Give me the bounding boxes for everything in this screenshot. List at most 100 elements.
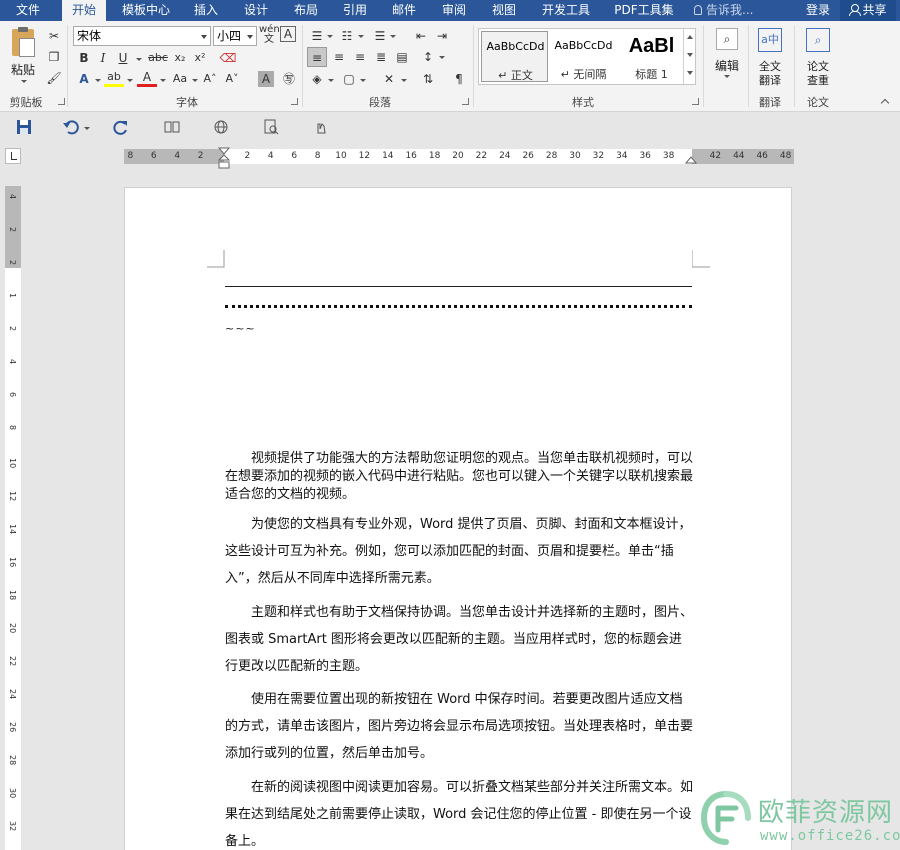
distributed-icon[interactable]: ▤ xyxy=(392,47,412,67)
underline-icon[interactable]: U xyxy=(113,48,133,68)
chevron-down-icon[interactable] xyxy=(360,79,366,82)
tab-design[interactable]: 设计 xyxy=(236,0,276,21)
share-button[interactable]: 共享 xyxy=(840,0,896,21)
print-preview-icon[interactable] xyxy=(262,118,280,136)
font-size-combo[interactable]: 小四 xyxy=(213,26,257,46)
borders-icon[interactable]: ▢ xyxy=(339,69,359,89)
clipboard-launcher-icon[interactable] xyxy=(58,98,65,105)
chevron-down-icon[interactable] xyxy=(160,79,166,82)
font-launcher-icon[interactable] xyxy=(291,98,298,105)
horizontal-ruler[interactable]: 8 6 4 2 2 4 6 8 10 12 14 16 18 20 22 24 26 28 30 32 34 36 38 42… xyxy=(124,147,794,169)
undo-icon[interactable] xyxy=(62,118,80,136)
chevron-down-icon[interactable] xyxy=(439,56,445,59)
read-mode-icon[interactable] xyxy=(163,118,181,136)
document-page[interactable]: ~~~ 视频提供了功能强大的方法帮助您证明您的观点。当您单击联机视频时，可以在想… xyxy=(124,187,792,850)
tab-developer[interactable]: 开发工具 xyxy=(536,0,596,21)
tab-home[interactable]: 开始 xyxy=(62,0,106,21)
tab-mailings[interactable]: 邮件 xyxy=(384,0,424,21)
sort-icon[interactable]: ⇅ xyxy=(418,69,438,89)
character-border-icon[interactable]: A xyxy=(280,26,296,42)
numbering-icon[interactable]: ☷ xyxy=(337,26,357,46)
format-painter-icon[interactable]: 🖌 xyxy=(44,68,64,88)
chevron-down-icon[interactable] xyxy=(401,79,407,82)
redo-icon[interactable] xyxy=(112,118,130,136)
right-indent-marker-icon[interactable] xyxy=(684,155,698,165)
tab-view[interactable]: 视图 xyxy=(484,0,524,21)
copy-icon[interactable]: ❐ xyxy=(44,47,64,67)
subscript-icon[interactable]: x₂ xyxy=(170,48,190,68)
more-icon[interactable] xyxy=(687,71,693,75)
save-icon[interactable] xyxy=(15,118,33,136)
style-no-spacing[interactable]: AaBbCcDd ↵ 无间隔 xyxy=(550,31,617,82)
superscript-icon[interactable]: x² xyxy=(190,48,210,68)
styles-gallery[interactable]: AaBbCcDd ↵ 正文 AaBbCcDd ↵ 无间隔 AaBl 标题 1 xyxy=(478,28,696,85)
italic-icon[interactable]: I xyxy=(93,48,113,68)
chevron-down-icon[interactable] xyxy=(192,79,198,82)
touch-mode-icon[interactable] xyxy=(312,118,330,136)
chevron-down-icon[interactable] xyxy=(687,53,693,57)
phonetic-guide-icon[interactable]: wén 文 xyxy=(259,25,280,45)
chevron-up-icon[interactable] xyxy=(687,35,693,39)
bullets-icon[interactable]: ☰ xyxy=(307,26,327,46)
tab-review[interactable]: 审阅 xyxy=(434,0,474,21)
chevron-down-icon[interactable] xyxy=(84,127,90,130)
font-name-combo[interactable]: 宋体 xyxy=(73,26,211,46)
bold-icon[interactable]: B xyxy=(74,48,94,68)
justify-icon[interactable]: ≣ xyxy=(371,47,391,67)
full-text-translate-button[interactable]: a中 全文 翻译 xyxy=(752,25,788,89)
chevron-down-icon[interactable] xyxy=(327,35,333,38)
gallery-scroll[interactable] xyxy=(683,29,695,84)
asian-layout-icon[interactable]: ✕ xyxy=(379,69,399,89)
chevron-down-icon[interactable] xyxy=(127,79,133,82)
font-color-icon[interactable]: A xyxy=(137,69,157,87)
align-center-icon[interactable]: ≡ xyxy=(329,47,349,67)
character-shading-icon[interactable]: A xyxy=(258,71,274,87)
style-normal[interactable]: AaBbCcDd ↵ 正文 xyxy=(481,31,548,82)
enclose-characters-icon[interactable]: ㊢ xyxy=(279,69,299,89)
decrease-indent-icon[interactable]: ⇤ xyxy=(411,26,431,46)
align-left-icon[interactable]: ≡ xyxy=(307,47,327,67)
web-layout-icon[interactable] xyxy=(212,118,230,136)
editing-button[interactable]: ⌕ 编辑 xyxy=(708,25,746,89)
paragraph-5[interactable]: 在新的阅读视图中阅读更加容易。可以折叠文档某些部分并关注所需文本。如果在达到结尾… xyxy=(225,774,693,850)
chevron-down-icon[interactable] xyxy=(358,35,364,38)
highlight-icon[interactable]: ab xyxy=(104,69,124,87)
style-heading-1[interactable]: AaBl 标题 1 xyxy=(618,31,685,82)
paragraph-2[interactable]: 为使您的文档具有专业外观，Word 提供了页眉、页脚、封面和文本框设计，这些设计… xyxy=(225,511,693,592)
tell-me-box[interactable]: 告诉我... xyxy=(694,0,753,21)
strikethrough-icon[interactable]: abc xyxy=(147,48,169,68)
show-marks-icon[interactable]: ¶ xyxy=(449,69,469,89)
line-spacing-icon[interactable]: ↕ xyxy=(418,47,438,67)
text-effects-icon[interactable]: A xyxy=(74,69,94,89)
collapse-ribbon-icon[interactable] xyxy=(880,97,890,108)
login-link[interactable]: 登录 xyxy=(806,0,830,21)
chevron-down-icon[interactable] xyxy=(136,58,142,61)
styles-launcher-icon[interactable] xyxy=(692,98,699,105)
tab-references[interactable]: 引用 xyxy=(335,0,375,21)
cut-icon[interactable]: ✂ xyxy=(44,26,64,46)
tab-selector[interactable] xyxy=(5,148,21,164)
increase-indent-icon[interactable]: ⇥ xyxy=(432,26,452,46)
align-right-icon[interactable]: ≡ xyxy=(350,47,370,67)
paper-check-button[interactable]: ⌕ 论文 查重 xyxy=(800,25,836,89)
paragraph-launcher-icon[interactable] xyxy=(462,98,469,105)
paragraph-3[interactable]: 主题和样式也有助于文档保持协调。当您单击设计并选择新的主题时，图片、图表或 Sm… xyxy=(225,599,693,680)
multilevel-list-icon[interactable]: ☰ xyxy=(370,26,390,46)
paste-button[interactable]: 粘贴 xyxy=(6,25,42,89)
tab-file[interactable]: 文件 xyxy=(8,0,48,21)
clear-formatting-icon[interactable]: ⌫ xyxy=(218,48,238,68)
shading-icon[interactable]: ◈ xyxy=(307,69,327,89)
chevron-down-icon[interactable] xyxy=(328,79,334,82)
vertical-ruler[interactable]: 4 2 2 1 2 4 6 8 10 12 14 16 18 20 22 24 26 28 30 32 xyxy=(5,186,21,850)
paragraph-4[interactable]: 使用在需要位置出现的新按钮在 Word 中保存时间。若要更改图片适应文档的方式，… xyxy=(225,686,693,767)
tab-layout[interactable]: 布局 xyxy=(286,0,326,21)
chevron-down-icon[interactable] xyxy=(95,79,101,82)
tab-pdf-tools[interactable]: PDF工具集 xyxy=(610,0,678,21)
shrink-font-icon[interactable]: A˅ xyxy=(222,69,242,89)
indent-marker-icon[interactable] xyxy=(217,146,231,170)
change-case-icon[interactable]: Aa xyxy=(169,69,191,89)
paragraph-1[interactable]: 视频提供了功能强大的方法帮助您证明您的观点。当您单击联机视频时，可以在想要添加的… xyxy=(225,450,693,504)
chevron-down-icon[interactable] xyxy=(390,35,396,38)
tab-insert[interactable]: 插入 xyxy=(186,0,226,21)
grow-font-icon[interactable]: A˄ xyxy=(200,69,220,89)
